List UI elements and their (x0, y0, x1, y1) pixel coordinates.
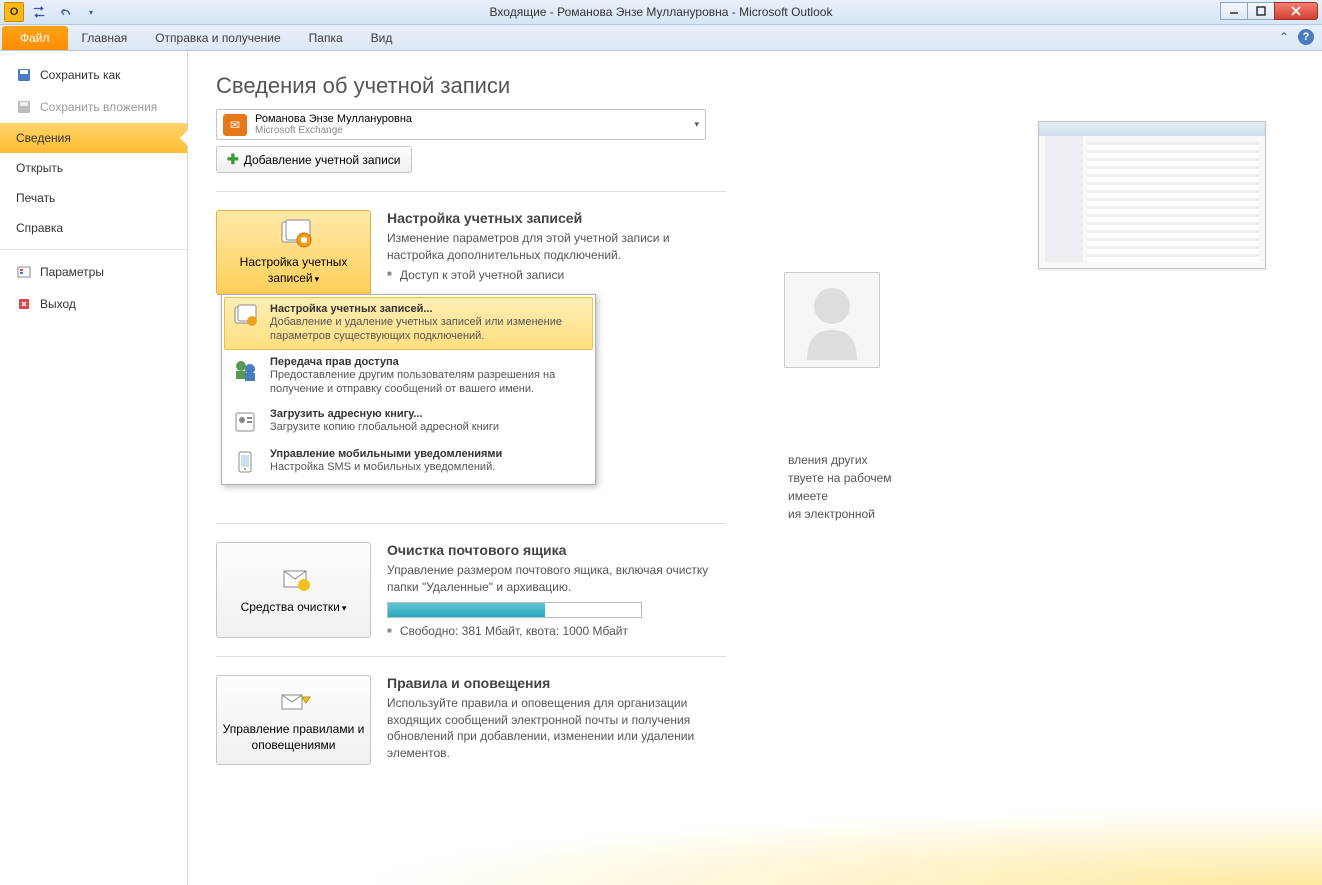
outlook-app-icon[interactable]: O (4, 2, 24, 22)
rules-desc: Используйте правила и оповещения для орг… (387, 695, 717, 762)
quota-text: Свободно: 381 Мбайт, квота: 1000 Мбайт (387, 624, 717, 638)
add-account-label: Добавление учетной записи (244, 153, 401, 167)
menu-item-title: Передача прав доступа (270, 356, 585, 368)
ribbon-tabs: Файл Главная Отправка и получение Папка … (0, 25, 1322, 51)
sidebar-save-as[interactable]: Сохранить как (0, 59, 187, 91)
tab-send-receive[interactable]: Отправка и получение (141, 26, 294, 50)
close-button[interactable] (1274, 2, 1318, 20)
account-settings-button[interactable]: Настройка учетных записей▾ (216, 210, 371, 295)
sidebar-open[interactable]: Открыть (0, 153, 187, 183)
sidebar-exit-label: Выход (40, 297, 76, 311)
minimize-button[interactable] (1220, 2, 1248, 20)
partial-obscured-text: вления других твуете на рабочем имеете и… (788, 451, 908, 523)
cleanup-button-label: Средства очистки (241, 600, 340, 614)
account-settings-big-icon (276, 219, 312, 251)
mailbox-quota-bar (387, 602, 642, 618)
menu-item-desc: Загрузите копию глобальной адресной книг… (270, 420, 499, 434)
account-settings-desc: Изменение параметров для этой учетной за… (387, 230, 717, 264)
maximize-button[interactable] (1247, 2, 1275, 20)
ribbon-minimize-icon[interactable]: ⌃ (1276, 29, 1292, 45)
mailbox-quota-fill (388, 603, 545, 617)
account-selector[interactable]: ✉ Романова Энзе Муллануровна Microsoft E… (216, 109, 706, 140)
options-icon (16, 264, 32, 280)
menu-item-desc: Добавление и удаление учетных записей ил… (270, 315, 585, 344)
account-settings-button-label: Настройка учетных записей (240, 255, 348, 285)
sidebar-options-label: Параметры (40, 265, 104, 279)
account-dropdown-icon: ▾ (694, 119, 699, 130)
menu-mobile-notifications[interactable]: Управление мобильными уведомлениями Наст… (224, 442, 593, 482)
account-access-bullet: Доступ к этой учетной записи (387, 268, 717, 282)
account-settings-title: Настройка учетных записей (387, 210, 717, 226)
menu-download-addressbook[interactable]: Загрузить адресную книгу... Загрузите ко… (224, 402, 593, 442)
menu-item-desc: Предоставление другим пользователям разр… (270, 368, 585, 397)
rules-icon (276, 686, 312, 718)
titlebar: O ▾ Входящие - Романова Энзе Муллануровн… (0, 0, 1322, 25)
rules-button-label: Управление правилами и оповещениями (221, 722, 366, 753)
cleanup-desc: Управление размером почтового ящика, вкл… (387, 562, 717, 596)
print-preview-thumbnail (1038, 121, 1266, 269)
window-title: Входящие - Романова Энзе Муллануровна - … (490, 5, 833, 19)
sidebar-help[interactable]: Справка (0, 213, 187, 243)
sidebar-info[interactable]: Сведения (0, 123, 187, 153)
page-title: Сведения об учетной записи (216, 73, 1294, 99)
qat-send-receive-icon[interactable] (28, 2, 50, 22)
plus-icon: ✚ (227, 151, 239, 168)
rules-title: Правила и оповещения (387, 675, 717, 691)
sidebar-print[interactable]: Печать (0, 183, 187, 213)
cleanup-tools-button[interactable]: Средства очистки▾ (216, 542, 371, 638)
sidebar-exit[interactable]: Выход (0, 288, 187, 320)
tab-view[interactable]: Вид (357, 26, 407, 50)
menu-item-title: Загрузить адресную книгу... (270, 408, 499, 420)
save-as-icon (16, 67, 32, 83)
account-name: Романова Энзе Муллануровна (255, 113, 412, 125)
menu-mobile-icon (232, 448, 260, 476)
account-settings-dropdown: Настройка учетных записей... Добавление … (221, 294, 596, 485)
exchange-icon: ✉ (223, 114, 247, 136)
cleanup-title: Очистка почтового ящика (387, 542, 717, 558)
help-icon[interactable]: ? (1298, 29, 1314, 45)
cleanup-icon (276, 564, 312, 596)
menu-item-title: Настройка учетных записей... (270, 303, 585, 315)
user-avatar (784, 272, 880, 368)
sidebar-help-label: Справка (16, 221, 63, 235)
tab-home[interactable]: Главная (68, 26, 142, 50)
menu-account-settings-icon (232, 303, 260, 331)
exit-icon (16, 296, 32, 312)
tab-folder[interactable]: Папка (295, 26, 357, 50)
add-account-button[interactable]: ✚ Добавление учетной записи (216, 146, 412, 173)
sidebar-save-as-label: Сохранить как (40, 68, 120, 82)
menu-item-title: Управление мобильными уведомлениями (270, 448, 502, 460)
tab-file[interactable]: Файл (2, 26, 68, 50)
menu-item-desc: Настройка SMS и мобильных уведомлений. (270, 460, 502, 474)
sidebar-save-attachments: Сохранить вложения (0, 91, 187, 123)
menu-account-settings[interactable]: Настройка учетных записей... Добавление … (224, 297, 593, 350)
sidebar-save-attachments-label: Сохранить вложения (40, 100, 157, 114)
sidebar-open-label: Открыть (16, 161, 63, 175)
save-attachments-icon (16, 99, 32, 115)
sidebar-print-label: Печать (16, 191, 55, 205)
rules-alerts-button[interactable]: Управление правилами и оповещениями (216, 675, 371, 765)
qat-dropdown-icon[interactable]: ▾ (80, 2, 102, 22)
menu-delegate-icon (232, 356, 260, 384)
sidebar-options[interactable]: Параметры (0, 256, 187, 288)
sidebar-info-label: Сведения (16, 131, 71, 145)
menu-addressbook-icon (232, 408, 260, 436)
account-type: Microsoft Exchange (255, 125, 412, 136)
backstage-sidebar: Сохранить как Сохранить вложения Сведени… (0, 51, 188, 885)
menu-delegate-access[interactable]: Передача прав доступа Предоставление дру… (224, 350, 593, 403)
qat-undo-icon[interactable] (54, 2, 76, 22)
